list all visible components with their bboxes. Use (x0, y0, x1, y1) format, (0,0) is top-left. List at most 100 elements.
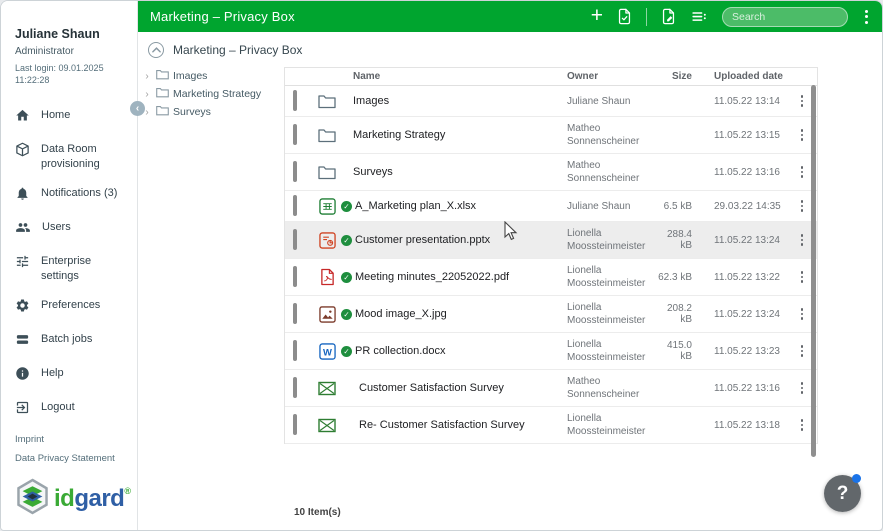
item-name[interactable]: PR collection.docx (355, 345, 446, 357)
file-edit-icon[interactable] (660, 7, 677, 26)
row-menu-icon[interactable] (798, 231, 807, 249)
row-checkbox[interactable] (293, 195, 297, 216)
item-owner: Lionella Moossteinmeister (567, 265, 646, 289)
item-owner: Lionella Moossteinmeister (567, 302, 646, 326)
item-name[interactable]: Customer Satisfaction Survey (359, 382, 504, 394)
imprint-link[interactable]: Imprint (15, 434, 115, 445)
chevron-right-icon[interactable]: › (142, 71, 152, 82)
user-role: Administrator (15, 46, 74, 57)
item-date: 11.05.22 13:16 (714, 166, 780, 178)
tree-item[interactable]: › Marketing Strategy (138, 85, 284, 103)
row-checkbox[interactable] (293, 303, 297, 324)
breadcrumb-label[interactable]: Marketing – Privacy Box (173, 43, 302, 57)
data-room-icon (15, 142, 30, 162)
row-menu-icon[interactable] (798, 126, 807, 144)
verified-check-icon: ✓ (341, 308, 352, 320)
table-row[interactable]: ✓ Meeting minutes_22052022.pdf Lionella Mo… (285, 259, 817, 296)
page-title: Marketing – Privacy Box (150, 9, 295, 24)
sidebar-item-label: Help (41, 366, 64, 379)
row-menu-icon[interactable] (798, 268, 807, 286)
column-name[interactable]: Name (341, 71, 561, 82)
item-date: 11.05.22 13:14 (714, 95, 780, 107)
item-date: 11.05.22 13:24 (714, 308, 780, 320)
row-checkbox[interactable] (293, 377, 297, 398)
verified-check-icon: ✓ (341, 271, 352, 283)
column-size[interactable]: Size (655, 71, 692, 82)
table-row[interactable]: Images Juliane Shaun 11.05.22 13:14 (285, 86, 817, 117)
row-menu-icon[interactable] (798, 416, 807, 434)
sidebar-item-logout[interactable]: Logout (15, 400, 131, 420)
item-owner: Lionella Moossteinmeister (567, 339, 646, 363)
item-name[interactable]: Images (353, 95, 389, 107)
pdf-file-icon (313, 268, 341, 286)
item-name[interactable]: Customer presentation.pptx (355, 234, 490, 246)
chevron-up-circle-icon[interactable] (148, 41, 164, 58)
sidebar-item-data-room-provisioning[interactable]: Data Room provisioning (15, 142, 131, 172)
row-menu-icon[interactable] (798, 305, 807, 323)
row-checkbox[interactable] (293, 229, 297, 250)
table-row[interactable]: W ✓ PR collection.docx Lionella Moossteinme… (285, 333, 817, 370)
table-row[interactable]: ✓ Mood image_X.jpg Lionella Moossteinmeist… (285, 296, 817, 333)
column-uploaded-date[interactable]: Uploaded date (692, 71, 785, 82)
item-name[interactable]: Marketing Strategy (353, 129, 445, 141)
row-menu-icon[interactable] (798, 197, 807, 215)
table-row[interactable]: Surveys Matheo Sonnenscheiner 11.05.22 13:… (285, 154, 817, 191)
folder-tree: › Images › Marketing Strategy › Surveys (138, 67, 284, 121)
row-menu-icon[interactable] (798, 92, 807, 110)
row-menu-icon[interactable] (798, 342, 807, 360)
sidebar-item-batch-jobs[interactable]: Batch jobs (15, 332, 131, 352)
item-name[interactable]: Re- Customer Satisfaction Survey (359, 419, 525, 431)
row-menu-icon[interactable] (798, 163, 807, 181)
sidebar-item-help[interactable]: Help (15, 366, 131, 386)
sidebar-item-label: Batch jobs (41, 332, 93, 345)
item-name[interactable]: Surveys (353, 166, 393, 178)
privacy-statement-link[interactable]: Data Privacy Statement (15, 453, 115, 464)
sidebar-item-home[interactable]: Home (15, 108, 131, 128)
collapse-tree-icon[interactable]: ‹ (130, 101, 145, 116)
search-input[interactable] (722, 6, 848, 27)
table-row[interactable]: Customer Satisfaction Survey Matheo Sonne… (285, 370, 817, 407)
row-checkbox[interactable] (293, 266, 297, 287)
row-checkbox[interactable] (293, 414, 297, 435)
table-row[interactable]: Marketing Strategy Matheo Sonnenscheiner 1… (285, 117, 817, 154)
item-name[interactable]: Mood image_X.jpg (355, 308, 447, 320)
sidebar-item-enterprise-settings[interactable]: Enterprise settings (15, 254, 131, 284)
tree-item[interactable]: › Surveys (138, 103, 284, 121)
sidebar-item-label: Data Room provisioning (41, 143, 100, 171)
app-root: Juliane Shaun Administrator Last login: … (0, 0, 883, 531)
more-icon[interactable] (861, 8, 872, 26)
row-checkbox[interactable] (293, 124, 297, 145)
user-name: Juliane Shaun (15, 27, 100, 41)
tree-item[interactable]: › Images (138, 67, 284, 85)
add-icon[interactable]: + (591, 5, 603, 26)
item-owner: Matheo Sonnenscheiner (567, 123, 640, 147)
top-bar: Marketing – Privacy Box + (138, 1, 882, 32)
sidebar-item-label: Notifications (3) (41, 187, 118, 200)
folder-icon (156, 85, 169, 103)
item-name[interactable]: Meeting minutes_22052022.pdf (355, 271, 509, 283)
list-options-icon[interactable] (690, 8, 709, 25)
item-date: 11.05.22 13:18 (714, 419, 780, 431)
folder-icon (313, 128, 341, 143)
row-checkbox[interactable] (293, 90, 297, 111)
column-owner[interactable]: Owner (561, 71, 655, 82)
chevron-right-icon[interactable]: › (142, 89, 152, 100)
sidebar-item-preferences[interactable]: Preferences (15, 298, 131, 318)
table-row[interactable]: ✓ A_Marketing plan_X.xlsx Juliane Shaun 6.5… (285, 191, 817, 222)
item-name[interactable]: A_Marketing plan_X.xlsx (355, 200, 476, 212)
users-icon (15, 220, 31, 240)
idgard-logo: idgard® (16, 478, 131, 520)
table-row[interactable]: ✓ Customer presentation.pptx Lionella Moos… (285, 222, 817, 259)
items-count: 10 Item(s) (294, 507, 341, 518)
table-row[interactable]: Re- Customer Satisfaction Survey Lionella… (285, 407, 817, 444)
row-checkbox[interactable] (293, 340, 297, 361)
table-scrollbar[interactable] (811, 85, 816, 457)
sidebar-item-users[interactable]: Users (15, 220, 131, 240)
sidebar-item-notifications[interactable]: Notifications (3) (15, 186, 131, 206)
tree-item-label: Surveys (173, 106, 211, 118)
row-menu-icon[interactable] (798, 379, 807, 397)
logout-icon (15, 400, 30, 420)
file-check-icon[interactable] (616, 7, 633, 26)
row-checkbox[interactable] (293, 161, 297, 182)
sidebar-item-label: Users (42, 221, 71, 234)
